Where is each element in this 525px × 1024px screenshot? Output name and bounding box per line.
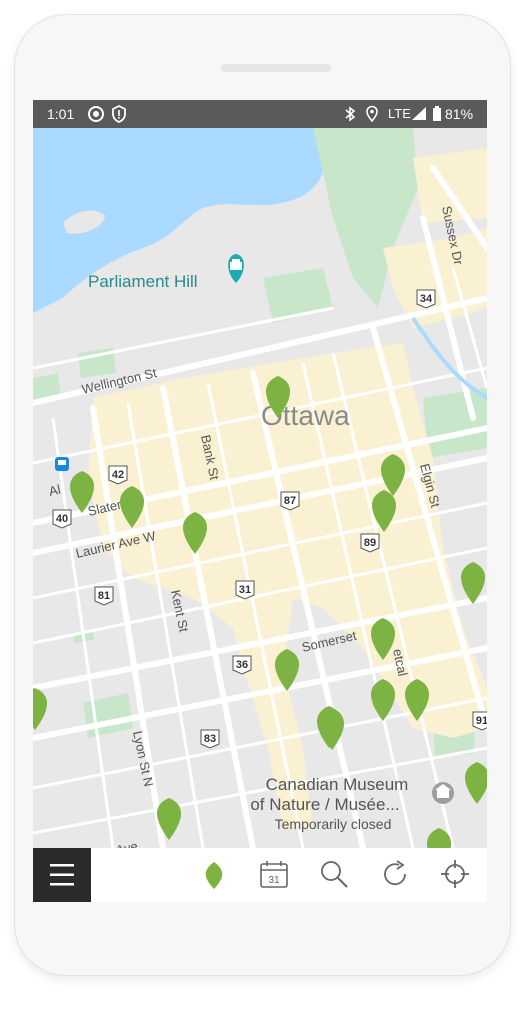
road-shield-34: 34	[416, 289, 436, 309]
road-shield-42: 42	[108, 465, 128, 485]
road-shield-40: 40	[52, 509, 72, 529]
status-time: 1:01	[47, 106, 75, 122]
transit-icon	[55, 457, 69, 471]
record-icon	[88, 106, 104, 122]
signal-icon	[412, 107, 426, 120]
map-view[interactable]: Parliament Hill Ottawa Wellington St Ban…	[33, 128, 487, 848]
battery-icon	[433, 106, 441, 121]
pins-button[interactable]	[198, 858, 230, 890]
refresh-button[interactable]	[379, 858, 411, 890]
search-button[interactable]	[318, 858, 350, 890]
refresh-icon	[384, 860, 406, 886]
road-shield-36: 36	[232, 655, 252, 675]
calendar-button[interactable]: 31	[258, 858, 290, 890]
hamburger-icon	[50, 864, 74, 886]
label-museum-line1: Canadian Museum	[266, 775, 409, 794]
bluetooth-icon	[345, 106, 356, 122]
svg-text:83: 83	[204, 733, 216, 745]
label-parliament-hill: Parliament Hill	[88, 272, 198, 291]
road-shield-91: 91	[472, 711, 487, 731]
location-icon	[366, 105, 378, 123]
app-screen: 1:01 LTE 81% Parliament Hill Ottawa Well…	[33, 100, 487, 902]
road-shield-83: 83	[200, 729, 220, 749]
road-shield-81: 81	[94, 586, 114, 606]
map-pin-icon	[205, 862, 223, 889]
search-icon	[321, 861, 348, 888]
calendar-day: 31	[268, 875, 280, 886]
svg-text:89: 89	[364, 537, 376, 549]
menu-button[interactable]	[33, 848, 91, 902]
svg-text:81: 81	[98, 590, 110, 602]
road-shield-89: 89	[360, 533, 380, 553]
bottom-toolbar: 31	[33, 848, 487, 902]
museum-marker-icon	[432, 782, 454, 804]
svg-text:87: 87	[284, 495, 296, 507]
svg-text:91: 91	[476, 715, 487, 727]
svg-text:31: 31	[239, 584, 251, 596]
locate-button[interactable]	[439, 858, 471, 890]
battery-percent: 81%	[445, 106, 474, 122]
road-shield-31: 31	[235, 580, 255, 600]
phone-speaker	[221, 64, 331, 72]
label-museum-line2: of Nature / Musée...	[250, 795, 399, 814]
svg-text:36: 36	[236, 659, 248, 671]
crosshair-icon	[441, 860, 469, 888]
road-shield-87: 87	[280, 491, 300, 511]
label-museum-status: Temporarily closed	[275, 816, 392, 832]
svg-text:42: 42	[112, 469, 124, 481]
calendar-icon: 31	[260, 861, 288, 888]
status-bar: 1:01 LTE 81%	[33, 100, 487, 128]
svg-text:40: 40	[56, 513, 68, 525]
shield-alert-icon	[112, 105, 126, 123]
network-type: LTE	[388, 106, 411, 121]
svg-text:34: 34	[420, 293, 433, 305]
